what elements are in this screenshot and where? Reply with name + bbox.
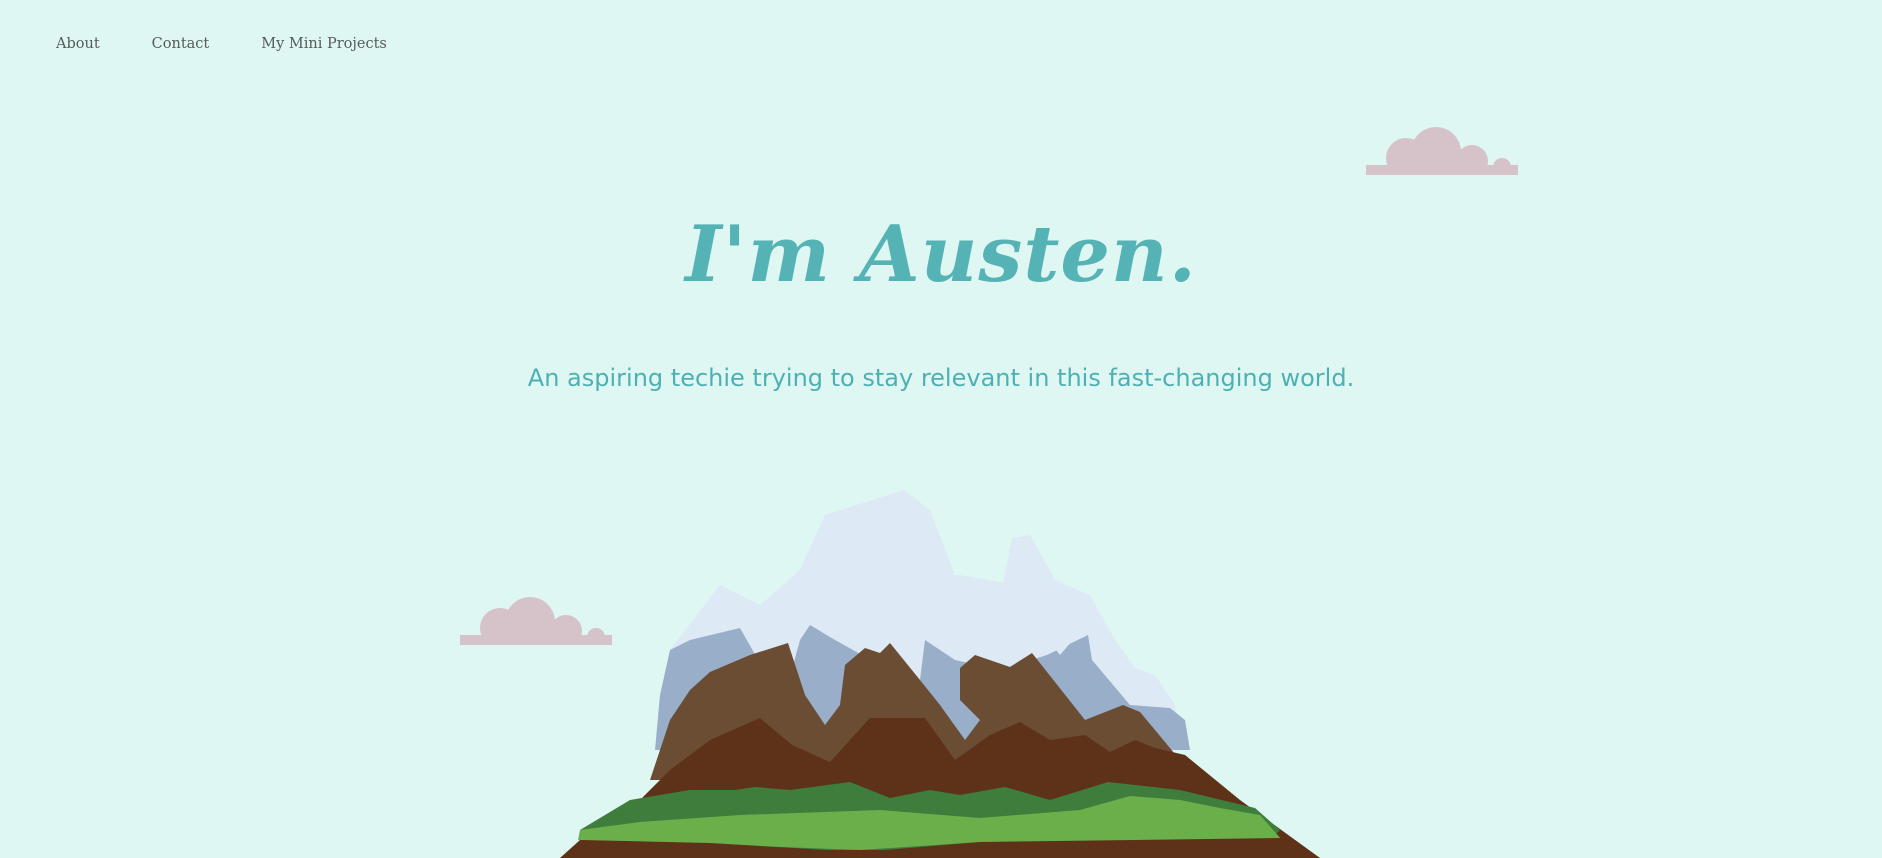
mountain-illustration: [560, 490, 1320, 858]
landing-page: About Contact My Mini Projects I'm Auste…: [0, 0, 1882, 858]
top-nav: About Contact My Mini Projects: [56, 34, 387, 54]
nav-link-mini-projects[interactable]: My Mini Projects: [261, 34, 387, 54]
page-subtitle: An aspiring techie trying to stay releva…: [527, 364, 1355, 392]
nav-link-contact[interactable]: Contact: [152, 34, 210, 54]
cloud-icon: [1366, 127, 1518, 175]
nav-link-about[interactable]: About: [56, 34, 100, 54]
page-title: I'm Austen.: [685, 209, 1197, 300]
